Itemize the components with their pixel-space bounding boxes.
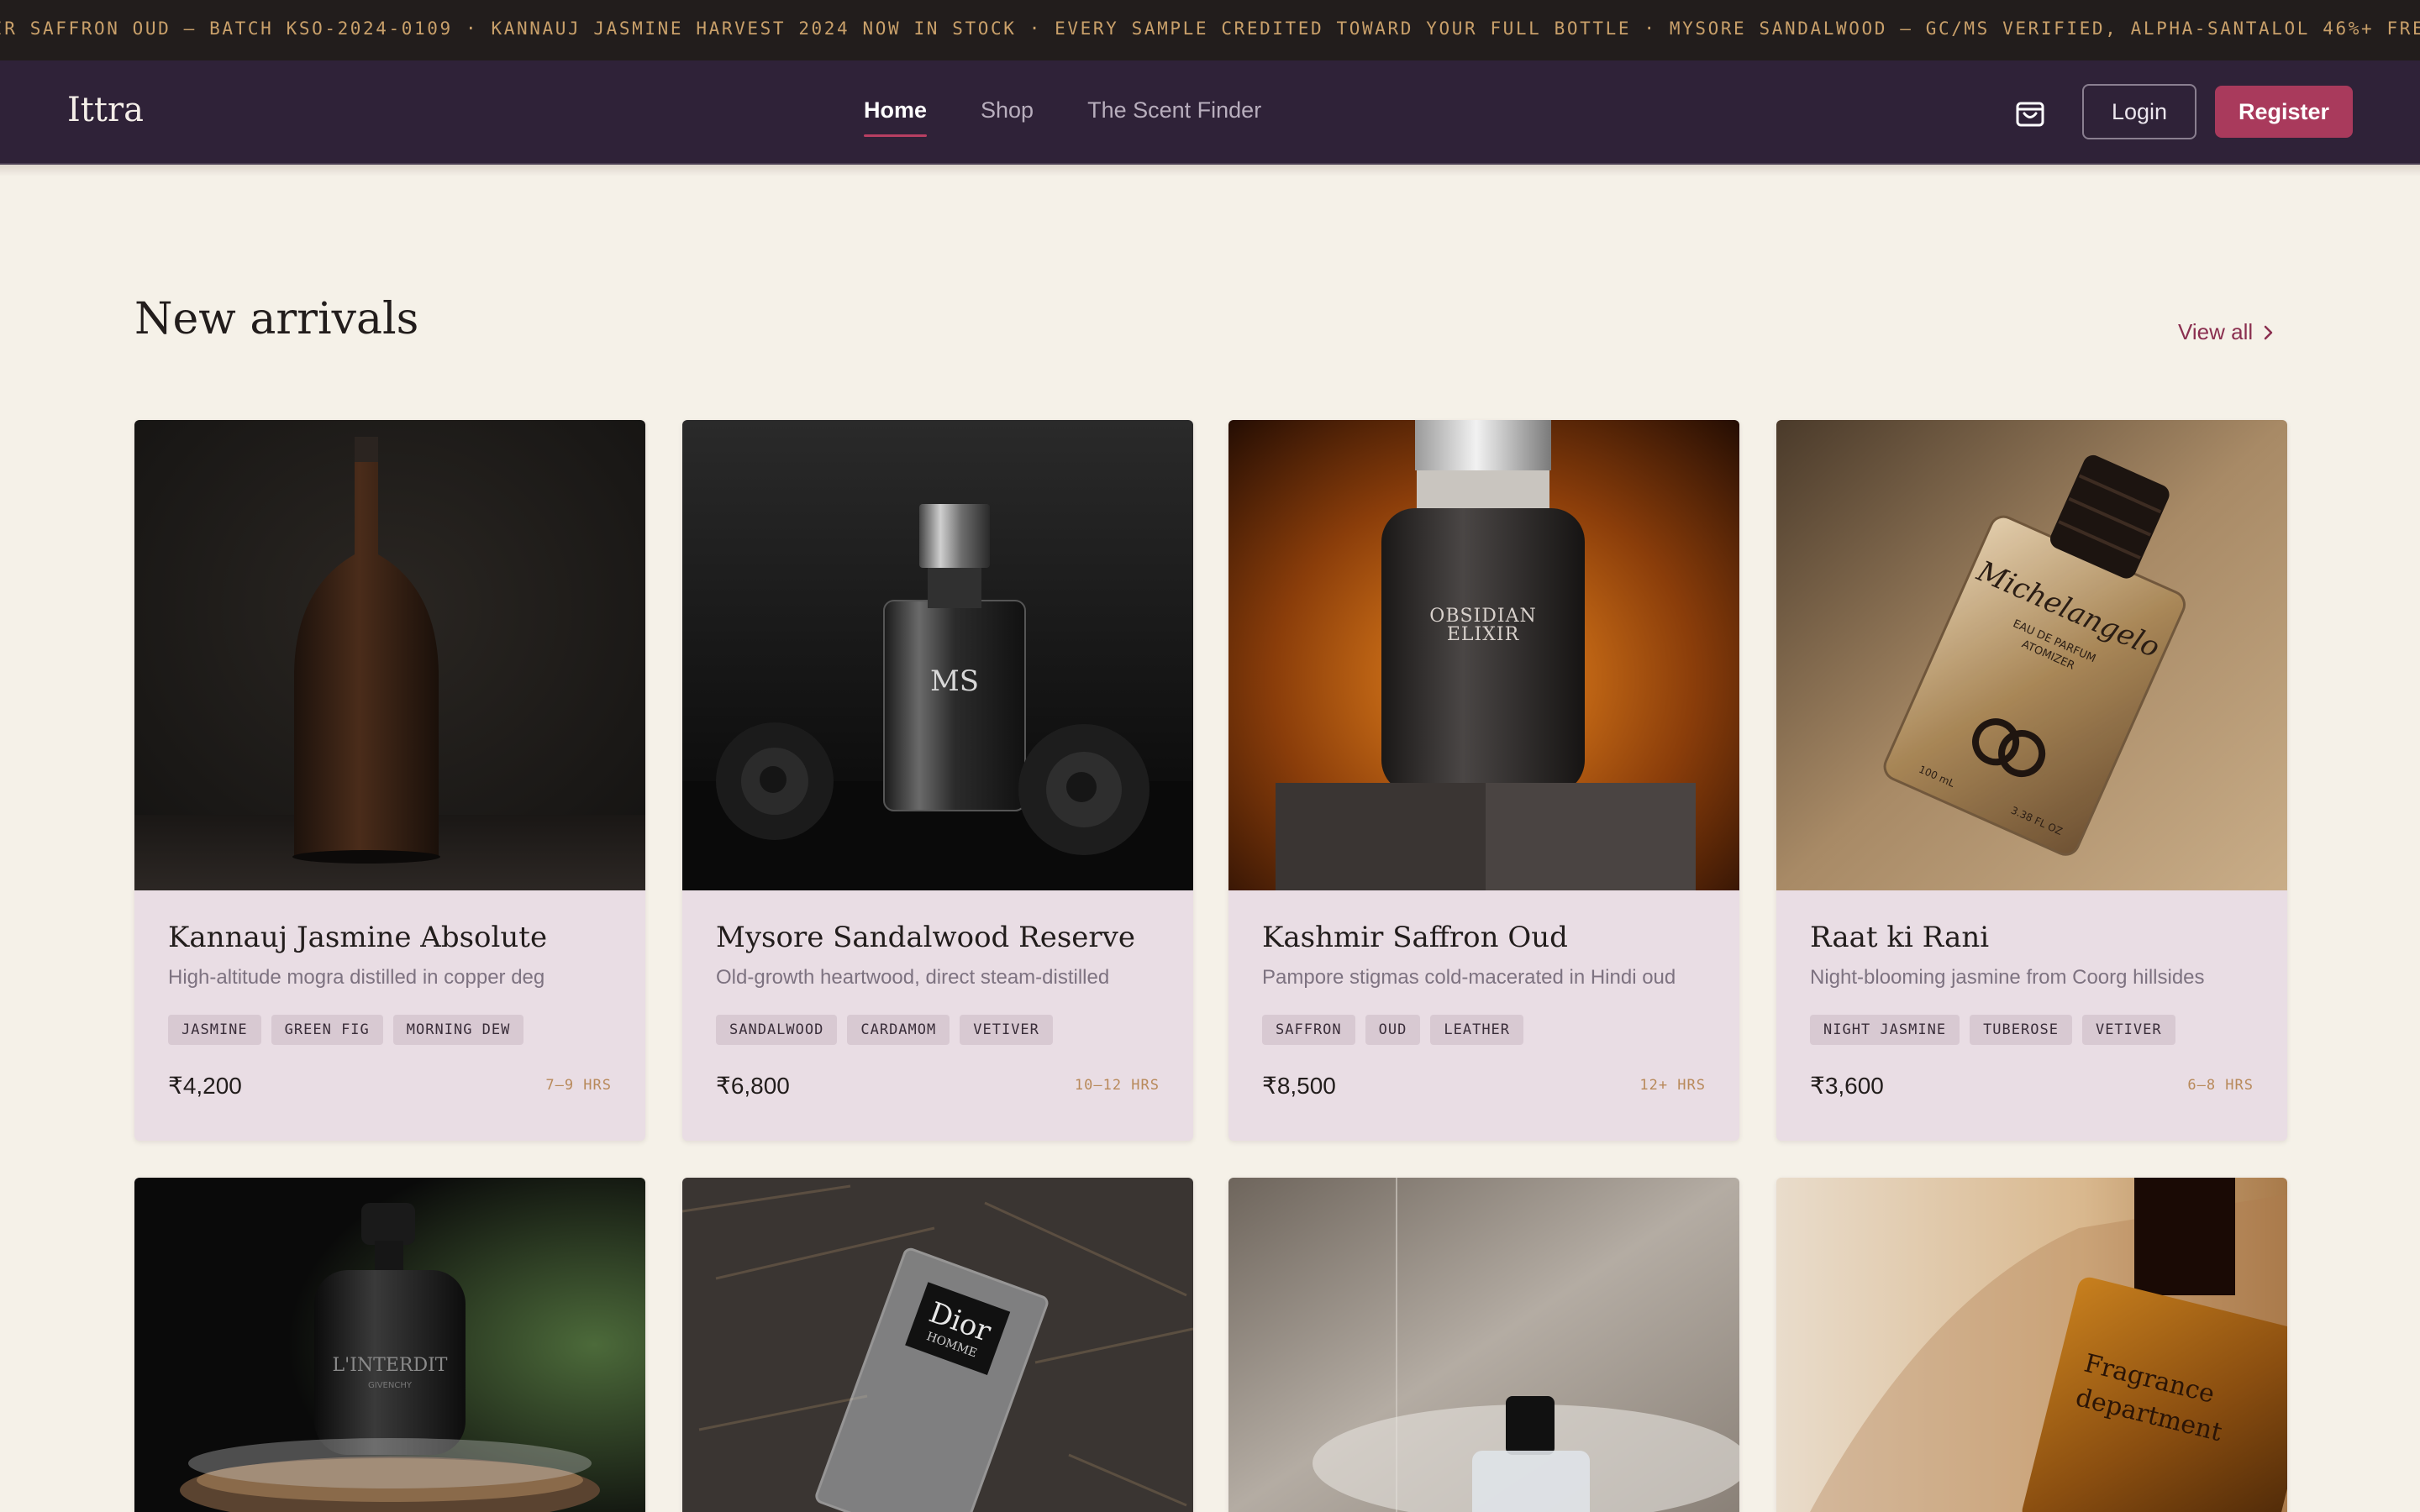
product-description: Old-growth heartwood, direct steam-disti…	[716, 966, 1110, 989]
product-image	[1228, 1178, 1739, 1512]
nav-link-home[interactable]: Home	[864, 97, 928, 137]
product-image: L'INTERDIT GIVENCHY	[134, 1178, 645, 1512]
product-price: ₹8,500	[1262, 1073, 1336, 1099]
note-tags: SAFFRON OUD LEATHER	[1262, 1015, 1706, 1045]
announcement-bar: IR SAFFRON OUD — BATCH KSO-2024-0109 · K…	[0, 0, 2420, 60]
top-navbar: Ittra Home Shop The Scent Finder Login R…	[0, 60, 2420, 165]
product-description: Night-blooming jasmine from Coorg hillsi…	[1810, 966, 2205, 989]
note-tag: VETIVER	[2081, 1015, 2175, 1045]
brand-logo[interactable]: Ittra	[67, 91, 144, 129]
product-image: Michelangelo EAU DE PARFUM ATOMIZER 100 …	[1776, 420, 2287, 890]
product-name: Kannauj Jasmine Absolute	[168, 921, 548, 954]
note-tag: JASMINE	[168, 1015, 261, 1045]
note-tags: NIGHT JASMINE TUBEROSE VETIVER	[1810, 1015, 2254, 1045]
product-description: High-altitude mogra distilled in copper …	[168, 966, 545, 989]
view-all-link[interactable]: View all	[2178, 319, 2275, 345]
note-tag: LEATHER	[1430, 1015, 1524, 1045]
product-card[interactable]: Michelangelo EAU DE PARFUM ATOMIZER 100 …	[1776, 420, 2287, 1141]
register-button[interactable]: Register	[2215, 86, 2353, 138]
longevity-label: 12+ HRS	[1639, 1077, 1706, 1094]
product-info: Mysore Sandalwood Reserve Old-growth hea…	[682, 890, 1193, 1141]
nav-shadow	[0, 165, 2420, 176]
note-tags: SANDALWOOD CARDAMOM VETIVER	[716, 1015, 1160, 1045]
svg-text:L'INTERDIT: L'INTERDIT	[333, 1355, 448, 1376]
product-image	[134, 420, 645, 890]
primary-nav: Home Shop The Scent Finder	[864, 97, 1261, 137]
product-name: Raat ki Rani	[1810, 921, 1990, 954]
view-all-label: View all	[2178, 319, 2254, 344]
chevron-right-icon	[2264, 325, 2273, 339]
note-tags: JASMINE GREEN FIG MORNING DEW	[168, 1015, 612, 1045]
longevity-label: 10–12 HRS	[1074, 1077, 1160, 1094]
note-tag: SANDALWOOD	[716, 1015, 838, 1045]
product-card[interactable]	[1228, 1178, 1739, 1512]
product-price: ₹4,200	[168, 1073, 242, 1099]
announcement-text: IR SAFFRON OUD — BATCH KSO-2024-0109 · K…	[0, 18, 2420, 39]
product-image: MS	[682, 420, 1193, 890]
longevity-label: 6–8 HRS	[2187, 1077, 2254, 1094]
product-name: Mysore Sandalwood Reserve	[716, 921, 1135, 954]
section-title: New arrivals	[134, 294, 419, 344]
note-tag: CARDAMOM	[847, 1015, 950, 1045]
product-card[interactable]: Kannauj Jasmine Absolute High-altitude m…	[134, 420, 645, 1141]
product-image: Fragrance department	[1776, 1178, 2287, 1512]
shopping-bag-icon[interactable]	[2013, 96, 2047, 129]
svg-text:ELIXIR: ELIXIR	[1447, 624, 1520, 645]
product-price: ₹3,600	[1810, 1073, 1884, 1099]
note-tag: OUD	[1365, 1015, 1421, 1045]
svg-text:GIVENCHY: GIVENCHY	[368, 1381, 413, 1390]
note-tag: VETIVER	[960, 1015, 1053, 1045]
product-card[interactable]: Dior HOMME	[682, 1178, 1193, 1512]
note-tag: NIGHT JASMINE	[1810, 1015, 1960, 1045]
note-tag: GREEN FIG	[271, 1015, 383, 1045]
note-tag: SAFFRON	[1262, 1015, 1355, 1045]
product-card[interactable]: OBSIDIAN ELIXIR Kashmir Saffron Oud Pamp…	[1228, 420, 1739, 1141]
product-image: Dior HOMME	[682, 1178, 1193, 1512]
product-price: ₹6,800	[716, 1073, 790, 1099]
product-info: Raat ki Rani Night-blooming jasmine from…	[1776, 890, 2287, 1141]
product-name: Kashmir Saffron Oud	[1262, 921, 1568, 954]
nav-link-shop[interactable]: Shop	[981, 97, 1034, 123]
svg-text:MS: MS	[930, 664, 979, 698]
longevity-label: 7–9 HRS	[545, 1077, 612, 1094]
note-tag: MORNING DEW	[392, 1015, 524, 1045]
nav-link-scent-finder[interactable]: The Scent Finder	[1087, 97, 1261, 123]
product-card[interactable]: L'INTERDIT GIVENCHY	[134, 1178, 645, 1512]
product-card[interactable]: MS Mysore Sandalwood Reserve Old-growth …	[682, 420, 1193, 1141]
product-description: Pampore stigmas cold-macerated in Hindi …	[1262, 966, 1676, 989]
note-tag: TUBEROSE	[1970, 1015, 2072, 1045]
login-button[interactable]: Login	[2082, 84, 2196, 139]
product-info: Kashmir Saffron Oud Pampore stigmas cold…	[1228, 890, 1739, 1141]
product-image: OBSIDIAN ELIXIR	[1228, 420, 1739, 890]
product-info: Kannauj Jasmine Absolute High-altitude m…	[134, 890, 645, 1141]
product-card[interactable]: Fragrance department	[1776, 1178, 2287, 1512]
